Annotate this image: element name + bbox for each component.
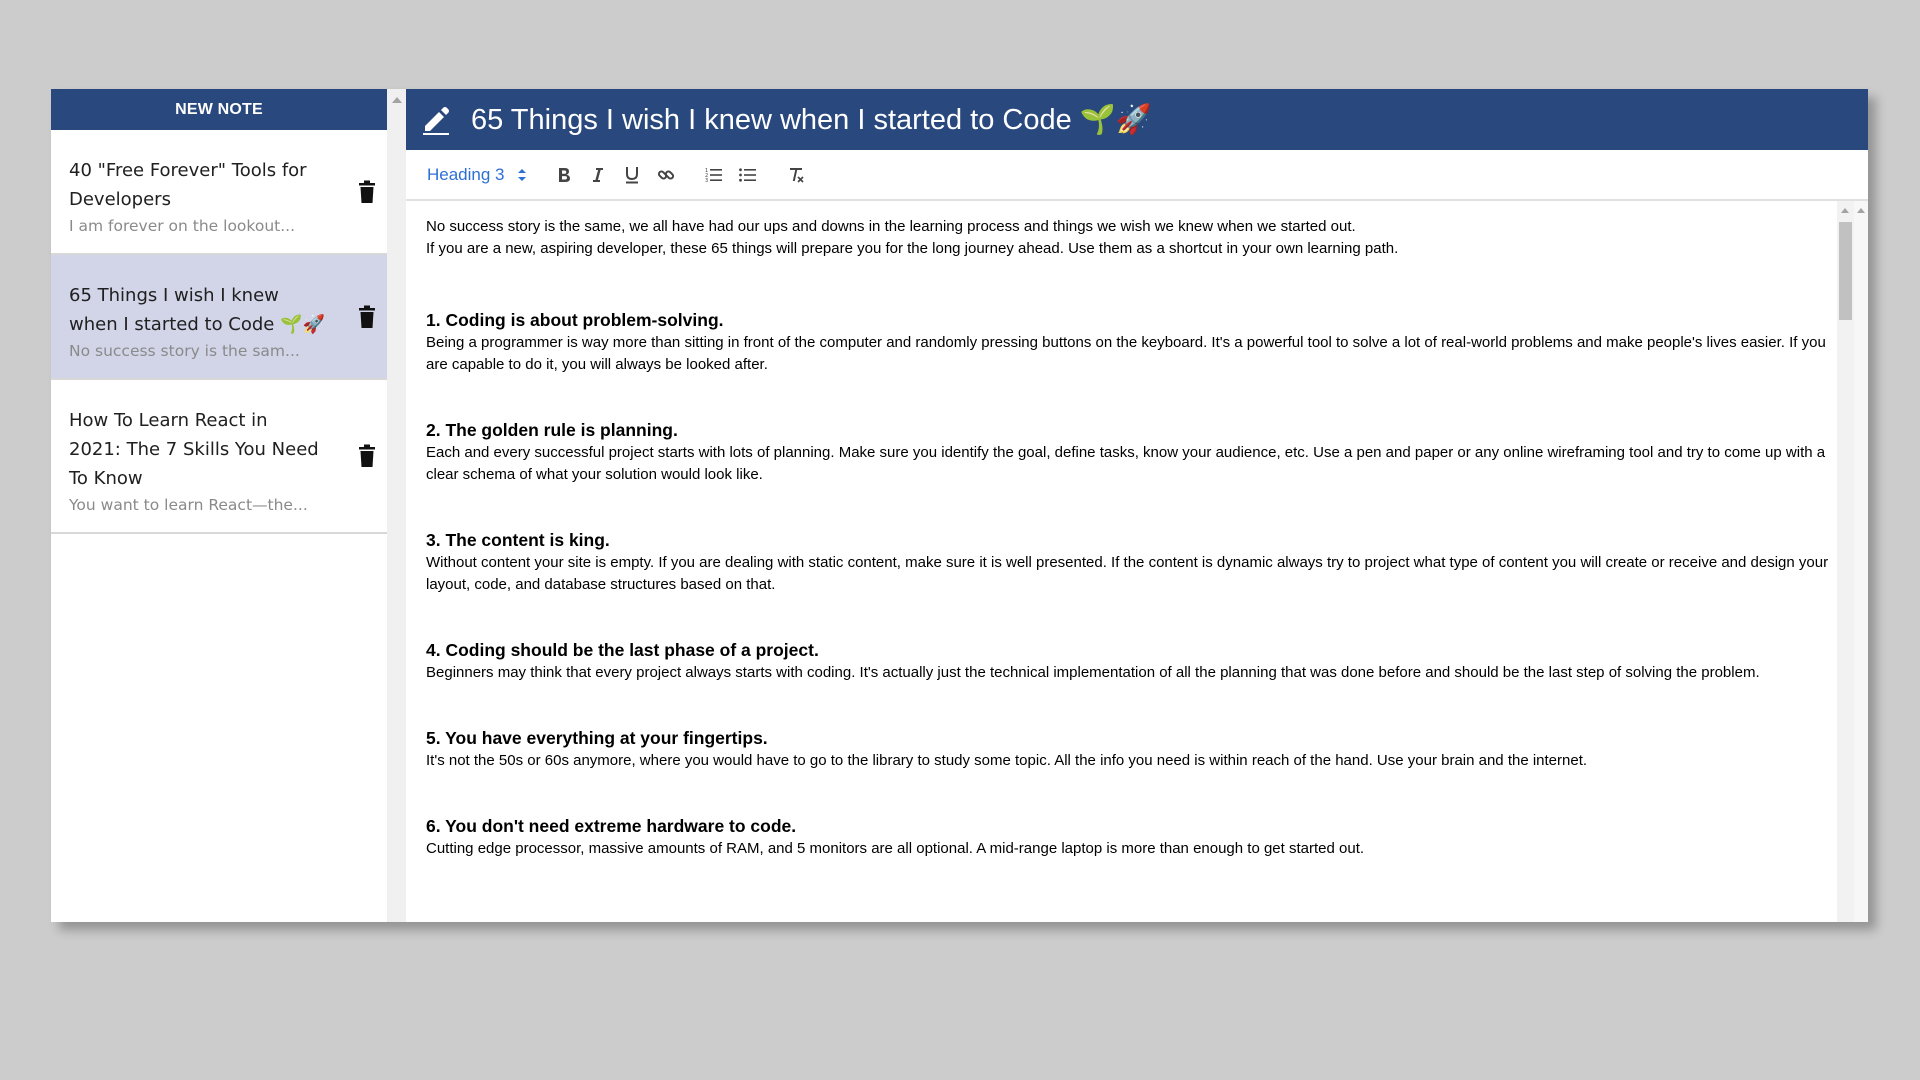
trash-icon[interactable] xyxy=(357,305,377,329)
section-body: It's not the 50s or 60s anymore, where y… xyxy=(426,752,1588,769)
sidebar-scrollbar[interactable] xyxy=(387,89,406,922)
section: 1. Coding is about problem-solving. Bein… xyxy=(426,308,1836,376)
bold-icon xyxy=(558,167,570,182)
note-list: 40 "Free Forever" Tools for Developers I… xyxy=(51,130,387,534)
intro-paragraph: If you are a new, aspiring developer, th… xyxy=(426,240,1399,257)
bullet-list-icon xyxy=(738,167,756,182)
content-scrollbar[interactable] xyxy=(1837,201,1854,922)
note-item[interactable]: 40 "Free Forever" Tools for Developers I… xyxy=(51,130,387,255)
heading-select[interactable]: Heading 3 xyxy=(427,165,527,185)
section-heading: 5. You have everything at your fingertip… xyxy=(426,728,768,748)
section-heading: 4. Coding should be the last phase of a … xyxy=(426,640,819,660)
clear-format-icon xyxy=(789,167,804,183)
note-preview: You want to learn React—the... xyxy=(69,496,308,514)
note-title: 65 Things I wish I knew when I started t… xyxy=(69,285,325,335)
section-body: Each and every successful project starts… xyxy=(426,444,1826,483)
italic-icon xyxy=(592,167,603,182)
title-bar: 65 Things I wish I knew when I started t… xyxy=(406,89,1868,150)
ordered-list-button[interactable]: 1 2 3 xyxy=(697,160,731,190)
underline-icon xyxy=(625,166,638,183)
note-title: How To Learn React in 2021: The 7 Skills… xyxy=(69,410,319,489)
section-body: Cutting edge processor, massive amounts … xyxy=(426,840,1365,857)
scrollbar-thumb[interactable] xyxy=(1839,222,1852,320)
link-icon xyxy=(657,169,674,180)
trash-icon[interactable] xyxy=(357,444,377,468)
scroll-up-arrow-icon[interactable] xyxy=(392,97,402,103)
page-scrollbar[interactable] xyxy=(1854,201,1868,922)
note-preview: No success story is the sam... xyxy=(69,342,300,360)
section: 2. The golden rule is planning. Each and… xyxy=(426,418,1836,486)
note-body[interactable]: No success story is the same, we all hav… xyxy=(406,201,1836,922)
section: 4. Coding should be the last phase of a … xyxy=(426,638,1836,684)
editor: 65 Things I wish I knew when I started t… xyxy=(406,89,1868,922)
section: 3. The content is king. Without content … xyxy=(426,528,1836,596)
heading-select-value: Heading 3 xyxy=(427,164,505,184)
note-title: 40 "Free Forever" Tools for Developers xyxy=(69,160,307,210)
intro: No success story is the same, we all hav… xyxy=(426,216,1836,260)
trash-icon[interactable] xyxy=(357,180,377,204)
intro-paragraph: No success story is the same, we all hav… xyxy=(426,218,1356,235)
pencil-icon xyxy=(423,106,449,135)
notes-app: NEW NOTE 40 "Free Forever" Tools for Dev… xyxy=(51,89,1868,922)
section-body: Being a programmer is way more than sitt… xyxy=(426,334,1826,373)
note-title-input[interactable]: 65 Things I wish I knew when I started t… xyxy=(471,103,1152,137)
formatting-toolbar: Heading 3 1 2 3 xyxy=(406,150,1868,201)
note-item[interactable]: 65 Things I wish I knew when I started t… xyxy=(51,255,387,380)
note-item[interactable]: How To Learn React in 2021: The 7 Skills… xyxy=(51,380,387,534)
section-body: Beginners may think that every project a… xyxy=(426,664,1760,681)
section-heading: 1. Coding is about problem-solving. xyxy=(426,310,724,330)
select-arrows-icon xyxy=(517,168,526,181)
italic-button[interactable] xyxy=(581,160,615,190)
svg-text:3: 3 xyxy=(705,178,708,183)
bold-button[interactable] xyxy=(547,160,581,190)
scroll-up-arrow-icon[interactable] xyxy=(1841,208,1849,213)
section-heading: 6. You don't need extreme hardware to co… xyxy=(426,816,797,836)
clear-format-button[interactable] xyxy=(779,160,813,190)
section: 6. You don't need extreme hardware to co… xyxy=(426,814,1836,860)
sidebar: NEW NOTE 40 "Free Forever" Tools for Dev… xyxy=(51,89,387,922)
underline-button[interactable] xyxy=(615,160,649,190)
ordered-list-icon: 1 2 3 xyxy=(705,168,722,183)
bullet-list-button[interactable] xyxy=(731,160,765,190)
new-note-button[interactable]: NEW NOTE xyxy=(51,89,387,130)
section-body: Without content your site is empty. If y… xyxy=(426,554,1829,593)
scroll-up-arrow-icon[interactable] xyxy=(1857,208,1865,213)
section: 5. You have everything at your fingertip… xyxy=(426,726,1836,772)
note-preview: I am forever on the lookout... xyxy=(69,217,295,235)
section-heading: 2. The golden rule is planning. xyxy=(426,420,678,440)
link-button[interactable] xyxy=(649,160,683,190)
section-heading: 3. The content is king. xyxy=(426,530,610,550)
